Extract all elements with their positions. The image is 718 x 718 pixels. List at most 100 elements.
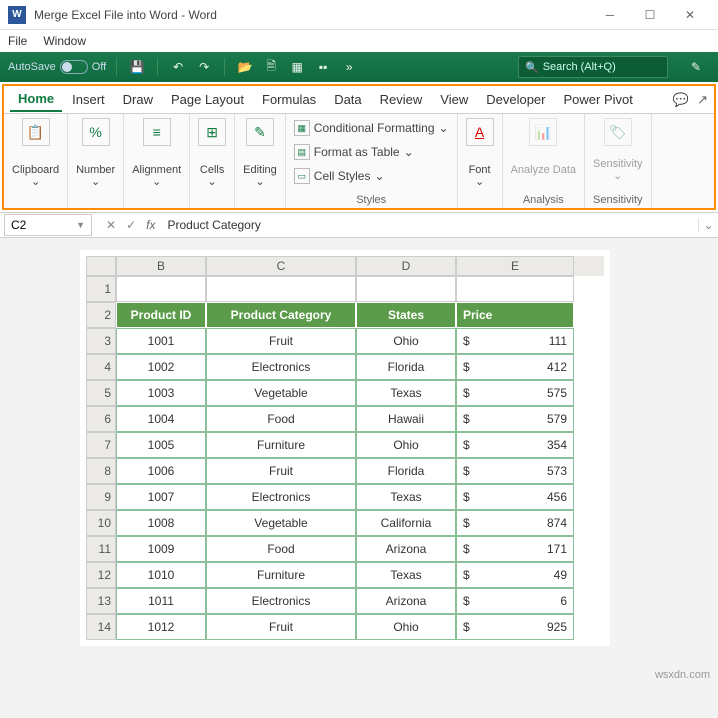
- cell[interactable]: 1007: [116, 484, 206, 510]
- cell[interactable]: 1001: [116, 328, 206, 354]
- cell[interactable]: Electronics: [206, 354, 356, 380]
- cell[interactable]: Vegetable: [206, 510, 356, 536]
- row-header[interactable]: 5: [86, 380, 116, 406]
- more-icon[interactable]: »: [339, 57, 359, 77]
- row-header[interactable]: 8: [86, 458, 116, 484]
- new-icon[interactable]: 🗎: [261, 57, 281, 77]
- cell[interactable]: 1002: [116, 354, 206, 380]
- header-cell[interactable]: States: [356, 302, 456, 328]
- analyze-icon[interactable]: 📊: [529, 118, 557, 146]
- cell[interactable]: Fruit: [206, 614, 356, 640]
- row-header[interactable]: 11: [86, 536, 116, 562]
- tab-view[interactable]: View: [432, 88, 476, 111]
- cell[interactable]: [206, 276, 356, 302]
- cells-icon[interactable]: ⊞: [198, 118, 226, 146]
- cell[interactable]: Furniture: [206, 562, 356, 588]
- row-header[interactable]: 4: [86, 354, 116, 380]
- select-all-corner[interactable]: [86, 256, 116, 276]
- cell[interactable]: Arizona: [356, 588, 456, 614]
- formula-input[interactable]: Product Category: [161, 218, 698, 232]
- alignment-label[interactable]: Alignment: [132, 164, 181, 176]
- cell[interactable]: Furniture: [206, 432, 356, 458]
- pen-icon[interactable]: ✎: [686, 57, 706, 77]
- cells-label[interactable]: Cells: [200, 164, 224, 176]
- header-cell[interactable]: Price: [456, 302, 574, 328]
- font-icon[interactable]: A: [466, 118, 494, 146]
- menu-file[interactable]: File: [8, 34, 27, 48]
- row-header[interactable]: 3: [86, 328, 116, 354]
- cell[interactable]: [456, 276, 574, 302]
- maximize-button[interactable]: ☐: [630, 1, 670, 29]
- cell[interactable]: Ohio: [356, 614, 456, 640]
- minimize-button[interactable]: ─: [590, 1, 630, 29]
- editing-icon[interactable]: ✎: [246, 118, 274, 146]
- row-header[interactable]: 12: [86, 562, 116, 588]
- autosave-toggle[interactable]: AutoSave Off: [8, 60, 106, 74]
- cell[interactable]: California: [356, 510, 456, 536]
- cell[interactable]: Texas: [356, 380, 456, 406]
- header-cell[interactable]: Product Category: [206, 302, 356, 328]
- editing-label[interactable]: Editing: [243, 164, 277, 176]
- conditional-formatting-button[interactable]: ▦Conditional Formatting ⌄: [294, 118, 449, 138]
- price-cell[interactable]: $49: [456, 562, 574, 588]
- cell[interactable]: 1005: [116, 432, 206, 458]
- share-icon[interactable]: ↗: [697, 92, 708, 108]
- cell[interactable]: Hawaii: [356, 406, 456, 432]
- cell[interactable]: Food: [206, 406, 356, 432]
- cell[interactable]: Electronics: [206, 484, 356, 510]
- percent-icon[interactable]: %: [82, 118, 110, 146]
- row-header[interactable]: 7: [86, 432, 116, 458]
- col-header-d[interactable]: D: [356, 256, 456, 276]
- cancel-icon[interactable]: ✕: [106, 218, 116, 232]
- cell[interactable]: 1006: [116, 458, 206, 484]
- tab-developer[interactable]: Developer: [478, 88, 553, 111]
- align-icon[interactable]: ≡: [143, 118, 171, 146]
- row-header[interactable]: 6: [86, 406, 116, 432]
- price-cell[interactable]: $575: [456, 380, 574, 406]
- row-header[interactable]: 1: [86, 276, 116, 302]
- cell[interactable]: [116, 276, 206, 302]
- print-icon[interactable]: ▦: [287, 57, 307, 77]
- number-label[interactable]: Number: [76, 164, 115, 176]
- cell-styles-button[interactable]: ▭Cell Styles ⌄: [294, 166, 385, 186]
- expand-formula-icon[interactable]: ⌄: [698, 218, 718, 232]
- cell[interactable]: Fruit: [206, 328, 356, 354]
- cell[interactable]: 1010: [116, 562, 206, 588]
- cell[interactable]: Texas: [356, 484, 456, 510]
- row-header[interactable]: 9: [86, 484, 116, 510]
- name-box[interactable]: C2 ▼: [4, 214, 92, 236]
- row-header[interactable]: 13: [86, 588, 116, 614]
- cell[interactable]: 1004: [116, 406, 206, 432]
- comments-icon[interactable]: 💬: [673, 92, 689, 108]
- tab-home[interactable]: Home: [10, 87, 62, 112]
- cell[interactable]: Ohio: [356, 432, 456, 458]
- col-header-e[interactable]: E: [456, 256, 574, 276]
- tab-page-layout[interactable]: Page Layout: [163, 88, 252, 111]
- cell[interactable]: Electronics: [206, 588, 356, 614]
- header-cell[interactable]: Product ID: [116, 302, 206, 328]
- undo-icon[interactable]: ↶: [168, 57, 188, 77]
- price-cell[interactable]: $874: [456, 510, 574, 536]
- tab-review[interactable]: Review: [372, 88, 431, 111]
- tab-data[interactable]: Data: [326, 88, 369, 111]
- tab-formulas[interactable]: Formulas: [254, 88, 324, 111]
- grid-icon[interactable]: ▪▪: [313, 57, 333, 77]
- price-cell[interactable]: $111: [456, 328, 574, 354]
- cell[interactable]: Food: [206, 536, 356, 562]
- price-cell[interactable]: $6: [456, 588, 574, 614]
- price-cell[interactable]: $412: [456, 354, 574, 380]
- search-input[interactable]: 🔍 Search (Alt+Q): [518, 56, 668, 78]
- price-cell[interactable]: $579: [456, 406, 574, 432]
- price-cell[interactable]: $573: [456, 458, 574, 484]
- sensitivity-icon[interactable]: 🏷: [604, 118, 632, 146]
- cell[interactable]: Florida: [356, 354, 456, 380]
- cell[interactable]: 1011: [116, 588, 206, 614]
- cell[interactable]: Fruit: [206, 458, 356, 484]
- row-header[interactable]: 14: [86, 614, 116, 640]
- menu-window[interactable]: Window: [43, 34, 86, 48]
- cell[interactable]: Vegetable: [206, 380, 356, 406]
- price-cell[interactable]: $354: [456, 432, 574, 458]
- cell[interactable]: Florida: [356, 458, 456, 484]
- col-header-c[interactable]: C: [206, 256, 356, 276]
- tab-insert[interactable]: Insert: [64, 88, 113, 111]
